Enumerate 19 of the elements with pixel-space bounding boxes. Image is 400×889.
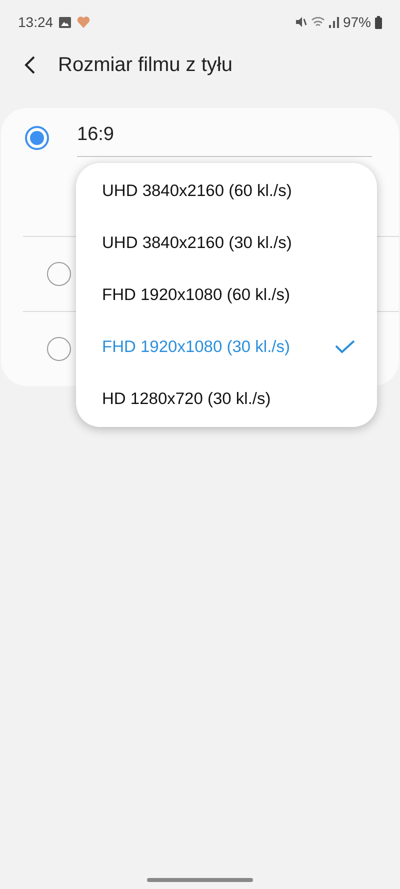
radio-button[interactable] [25, 126, 49, 150]
battery-percent: 97% [342, 12, 371, 32]
menu-item[interactable]: HD 1280x720 (30 kl./s) [76, 373, 377, 425]
radio-button[interactable] [47, 337, 71, 361]
radio-button[interactable] [47, 262, 71, 286]
screen-title: Rozmiar filmu z tyłu [58, 53, 232, 78]
option-label: 16:9 [77, 121, 372, 157]
signal-icon [328, 16, 339, 28]
mute-icon [294, 16, 307, 28]
heart-icon [77, 16, 90, 28]
back-icon[interactable] [24, 55, 36, 75]
image-icon [59, 16, 72, 28]
check-icon [335, 340, 355, 354]
menu-item[interactable]: UHD 3840x2160 (30 kl./s) [76, 217, 377, 269]
status-time: 13:24 [18, 12, 54, 32]
battery-icon [375, 16, 382, 28]
wifi-icon [310, 16, 325, 28]
menu-item[interactable]: FHD 1920x1080 (60 kl./s) [76, 269, 377, 321]
menu-item[interactable]: UHD 3840x2160 (60 kl./s) [76, 165, 377, 217]
